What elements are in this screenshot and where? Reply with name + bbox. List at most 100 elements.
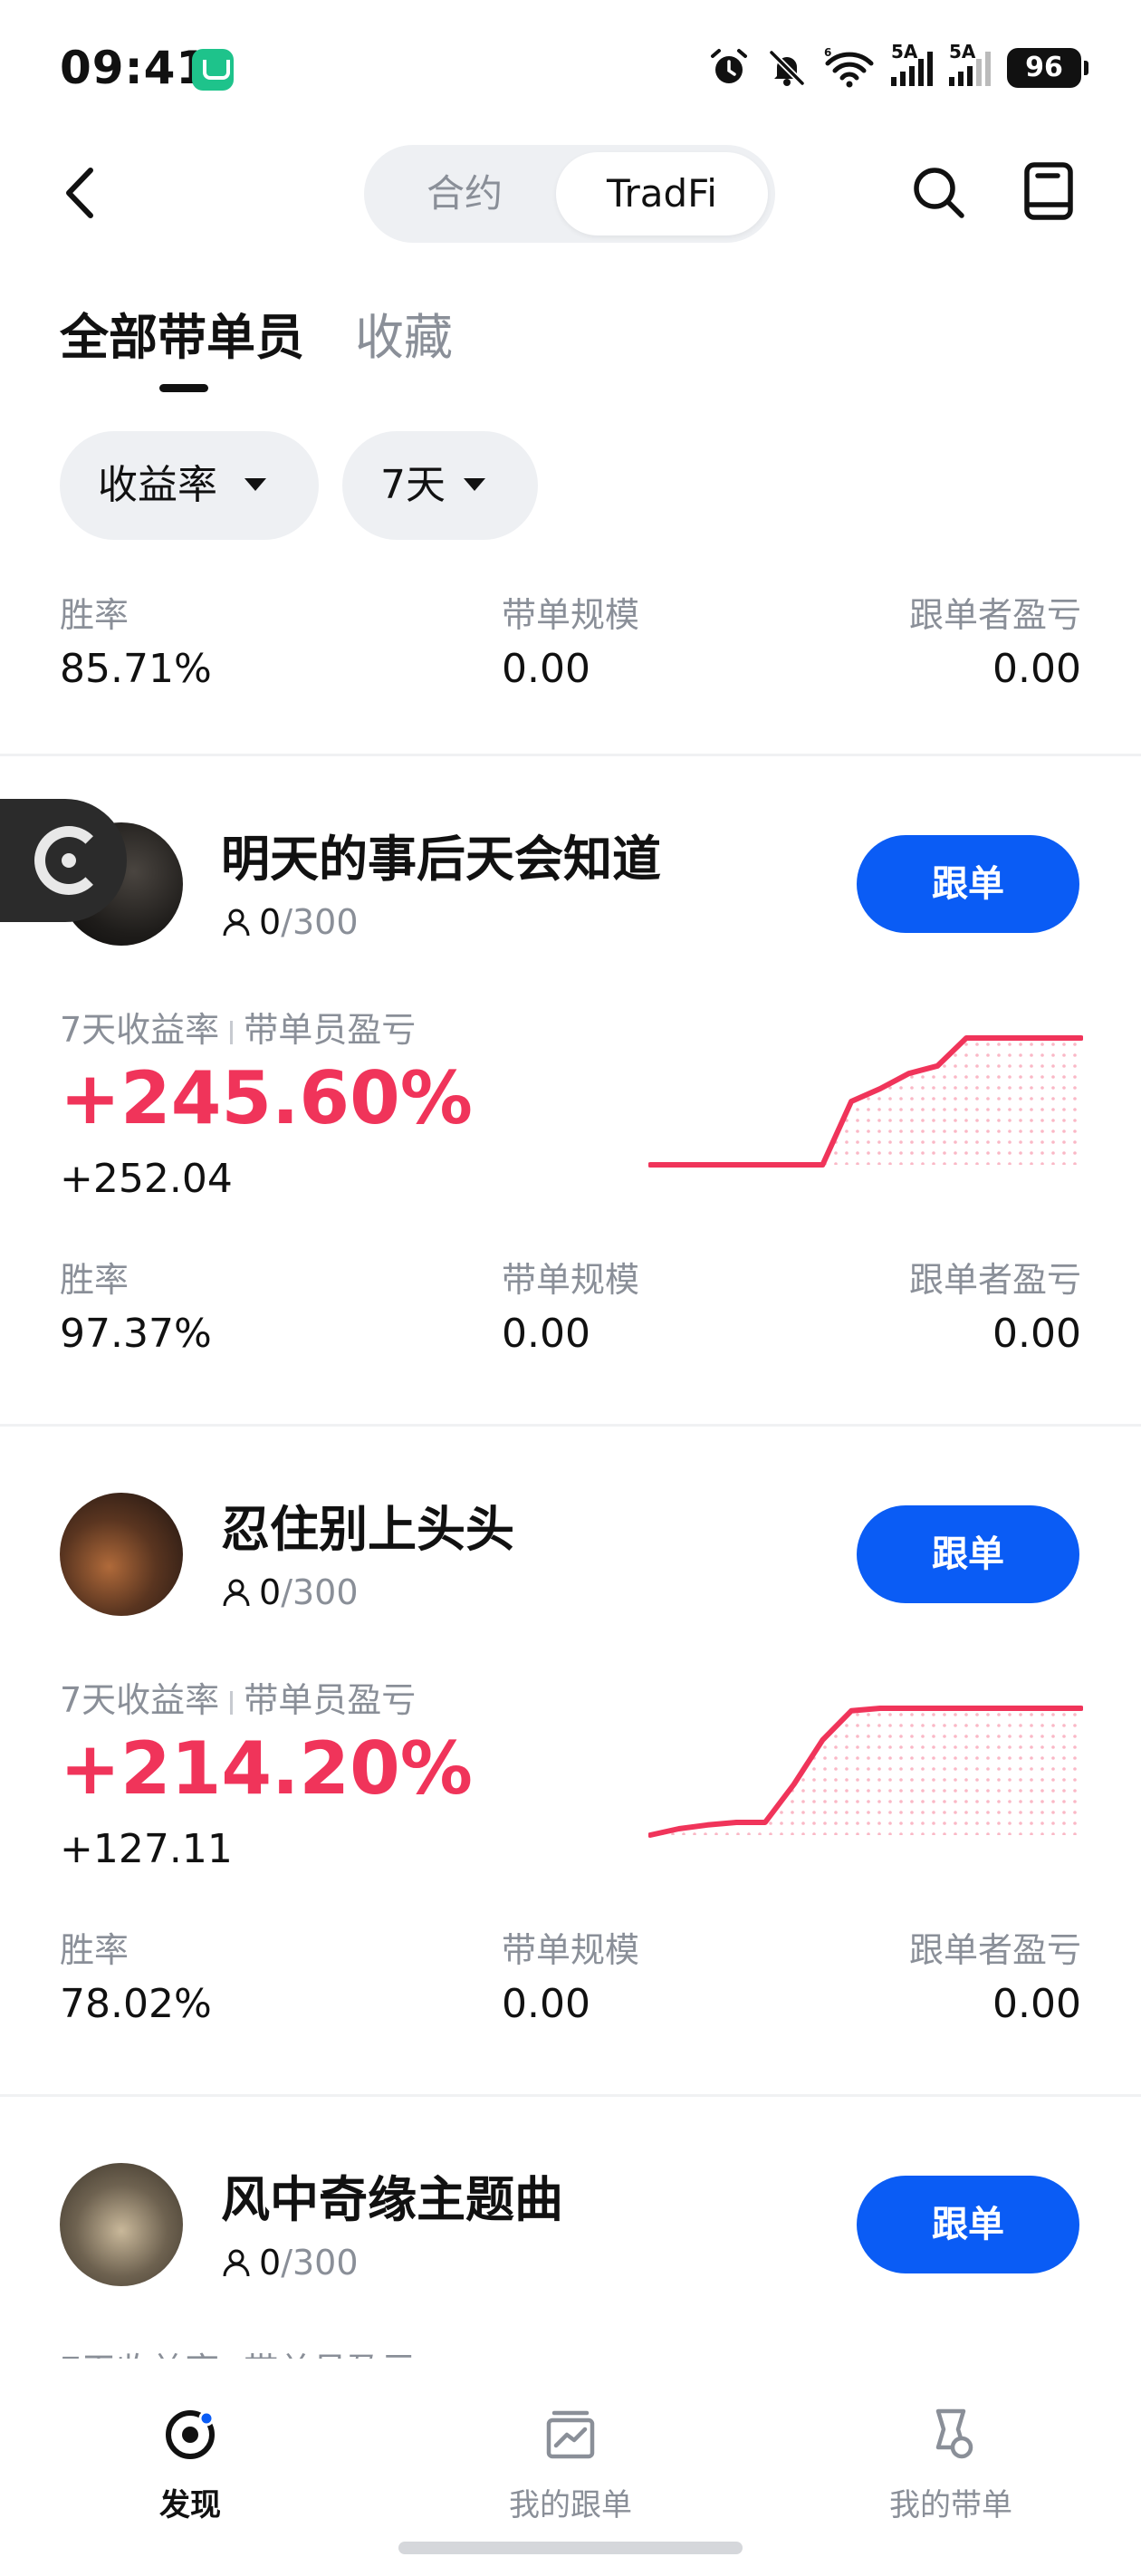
signal-1-icon: 5A [891, 41, 933, 86]
follower-count: 0/300 [221, 902, 359, 942]
summary-stats: 胜率 85.71% 带单规模 0.00 跟单者盈亏 0.00 [60, 587, 1081, 696]
metric-labels: 7天收益率带单员盈亏 [60, 1672, 416, 1722]
floating-assistant-button[interactable] [0, 799, 127, 922]
stat-win-rate: 胜率 97.37% [60, 1252, 212, 1357]
mute-bell-icon [769, 50, 805, 86]
nav-discover[interactable]: 发现 [82, 2406, 299, 2524]
person-icon [223, 908, 250, 937]
nav-label: 我的跟单 [509, 2487, 632, 2523]
stat-label: 带单规模 [502, 1260, 640, 1300]
trader-card[interactable]: 忍住别上头头 0/300 跟单 7天收益率 带单员盈亏 +214.20% +127… [0, 1427, 1141, 2094]
status-icons: 6 5A 5A 96 [708, 41, 1088, 92]
my-lead-icon [935, 2408, 973, 2459]
stat-label: 胜率 [60, 1930, 129, 1970]
stat-value: 97.37% [60, 1311, 212, 1357]
stat-label: 跟单者盈亏 [908, 595, 1081, 635]
trader-stats: 胜率 78.02% 带单规模 0.00 跟单者盈亏 0.00 [60, 1922, 1081, 2031]
follower-current: 0 [259, 1572, 282, 1612]
status-time: 09:41 [60, 42, 209, 94]
stat-scale: 带单规模 0.00 [502, 1922, 639, 2027]
trader-card[interactable]: 风中奇缘主题曲 0/300 跟单 7天收益率 带单员盈亏 [0, 2098, 1141, 2359]
stat-value: 0.00 [502, 1981, 590, 2027]
trader-name[interactable]: 忍住别上头头 [221, 1489, 514, 1561]
follow-button[interactable]: 跟单 [857, 2176, 1079, 2273]
stat-value: 78.02% [60, 1981, 212, 2027]
nav-label: 我的带单 [889, 2487, 1012, 2523]
roi-label: 7天收益率 [60, 1680, 220, 1720]
roi-sparkline [648, 1035, 1083, 1168]
stat-label: 跟单者盈亏 [908, 1260, 1081, 1300]
period-filter-label: 7天 [380, 462, 446, 508]
stat-scale: 带单规模 0.00 [502, 1252, 639, 1357]
trader-stats: 胜率 97.37% 带单规模 0.00 跟单者盈亏 0.00 [60, 1252, 1081, 1360]
stat-value: 85.71% [60, 646, 212, 692]
follower-current: 0 [259, 902, 282, 942]
stat-value: 0.00 [992, 1981, 1081, 2027]
tab-favorites[interactable]: 收藏 [355, 297, 453, 369]
follower-max: /300 [281, 2243, 359, 2283]
follow-button[interactable]: 跟单 [857, 835, 1079, 933]
follower-count: 0/300 [221, 1572, 359, 1612]
signal-2-icon: 5A [949, 41, 991, 86]
stat-value: 0.00 [502, 1311, 590, 1357]
alarm-icon [711, 49, 747, 83]
nav-label: 发现 [159, 2487, 221, 2523]
person-icon [223, 2249, 250, 2277]
nav-my-lead[interactable]: 我的带单 [842, 2406, 1060, 2524]
roi-value: +245.60% [60, 1056, 473, 1140]
section-divider [0, 2094, 1141, 2097]
app-notification-icon [192, 49, 234, 91]
my-follow-icon [546, 2410, 595, 2459]
metric-labels: 7天收益率带单员盈亏 [60, 1002, 416, 1052]
roi-value: +214.20% [60, 1726, 473, 1811]
trader-avatar[interactable] [60, 2163, 183, 2286]
search-icon[interactable] [909, 163, 967, 221]
stat-win-rate: 胜率 78.02% [60, 1922, 212, 2027]
period-filter-dropdown[interactable]: 7天 [342, 431, 538, 540]
sparkline-area [650, 1708, 1081, 1835]
metric-filter-dropdown[interactable]: 收益率 [60, 431, 319, 540]
trader-avatar[interactable] [60, 1493, 183, 1616]
nav-my-follow[interactable]: 我的跟单 [462, 2406, 679, 2524]
bottom-navigation: 发现 我的跟单 我的带单 [0, 2359, 1141, 2576]
caret-down-icon [464, 478, 485, 491]
pnl-label: 带单员盈亏 [244, 2350, 416, 2359]
guide-book-icon[interactable] [1021, 161, 1076, 221]
stat-value: 0.00 [992, 646, 1081, 692]
pnl-label: 带单员盈亏 [244, 1010, 417, 1050]
trader-name[interactable]: 明天的事后天会知道 [221, 819, 661, 890]
tab-all-traders[interactable]: 全部带单员 [60, 297, 304, 369]
segment-contract[interactable]: 合约 [371, 152, 558, 235]
follow-button[interactable]: 跟单 [857, 1505, 1079, 1603]
stat-follower-pnl: 跟单者盈亏 0.00 [909, 1922, 1081, 2027]
section-divider [0, 1424, 1141, 1427]
battery-indicator: 96 [1007, 48, 1088, 88]
follower-current: 0 [259, 2243, 282, 2283]
market-segment-control: 合约 TradFi [364, 145, 775, 243]
pnl-label: 带单员盈亏 [244, 1680, 417, 1720]
person-icon [223, 1579, 250, 1607]
follower-count: 0/300 [221, 2243, 359, 2283]
stat-follower-pnl: 跟单者盈亏 0.00 [909, 587, 1081, 692]
back-arrow-icon[interactable] [54, 161, 109, 225]
roi-sparkline [648, 1706, 1083, 1838]
trader-card[interactable]: 明天的事后天会知道 0/300 跟单 7天收益率 带单员盈亏 +245.60% +… [0, 757, 1141, 1424]
stat-label: 胜率 [60, 1260, 129, 1300]
roi-label: 7天收益率 [60, 2350, 219, 2359]
roi-label: 7天收益率 [60, 1010, 220, 1050]
network-2-label: 5A [949, 41, 976, 62]
stat-label: 带单规模 [502, 595, 640, 635]
stat-scale: 带单规模 0.00 [502, 587, 639, 692]
status-bar: 09:41 6 5A 5A 96 [0, 0, 1141, 136]
metric-labels: 7天收益率 带单员盈亏 [60, 2342, 416, 2359]
follower-max: /300 [281, 902, 359, 942]
assistant-icon [34, 826, 103, 895]
stat-label: 带单规模 [502, 1930, 640, 1970]
stat-label: 胜率 [60, 595, 129, 635]
section-divider [0, 754, 1141, 756]
active-tab-indicator [159, 384, 208, 392]
trader-name[interactable]: 风中奇缘主题曲 [221, 2159, 563, 2231]
segment-tradfi[interactable]: TradFi [556, 152, 768, 235]
stat-label: 跟单者盈亏 [908, 1930, 1081, 1970]
pnl-value: +127.11 [60, 1826, 233, 1872]
